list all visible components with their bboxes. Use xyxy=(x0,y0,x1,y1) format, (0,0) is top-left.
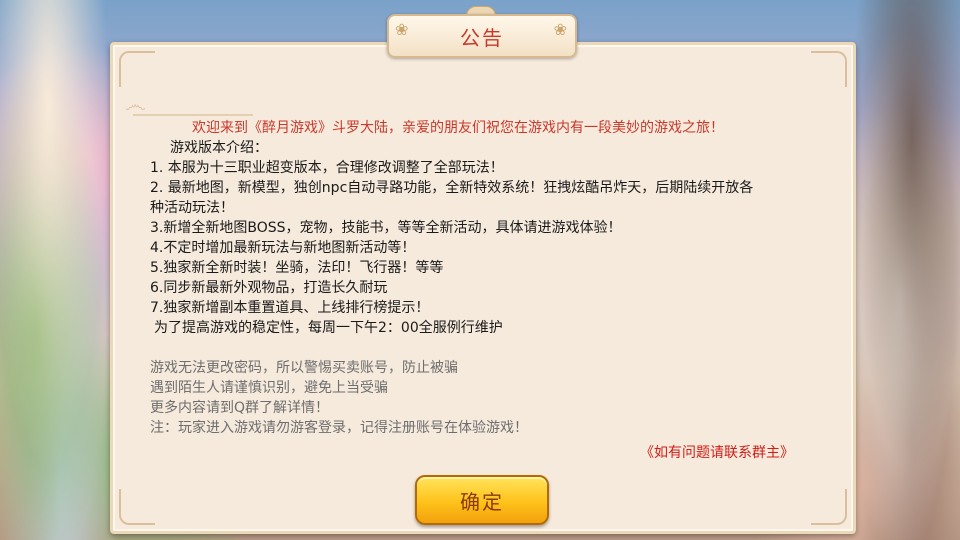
cloud-divider xyxy=(133,90,253,116)
corner-ornament xyxy=(119,489,155,525)
feature-item: 种活动玩法！ xyxy=(150,200,234,216)
feature-item: 4.不定时增加最新玩法与新地图新活动等！ xyxy=(150,240,416,256)
dialog-title-plate: ❀ 公告 ❀ xyxy=(387,14,577,58)
feature-item: 6.同步新最新外观物品，打造长久耐玩 xyxy=(150,280,388,296)
warning-line: 游戏无法更改密码，所以警惕买卖账号，防止被骗 xyxy=(150,360,458,376)
ornament-icon: ❀ xyxy=(395,20,411,39)
cloud-swirl-icon: ෴ xyxy=(125,93,146,118)
corner-ornament xyxy=(119,51,155,87)
maintenance-notice: 为了提高游戏的稳定性，每周一下午2：00全服例行维护 xyxy=(154,320,503,336)
background-art-right xyxy=(840,0,960,540)
feature-item: 5.独家新全新时装！坐骑，法印！飞行器！等等 xyxy=(150,260,444,276)
warning-line: 注：玩家进入游戏请勿游客登录，记得注册账号在体验游戏！ xyxy=(150,420,528,436)
corner-ornament xyxy=(811,489,847,525)
confirm-button[interactable]: 确定 xyxy=(415,475,549,525)
feature-item: 2. 最新地图，新模型，独创npc自动寻路功能，全新特效系统！狂拽炫酷吊炸天，后… xyxy=(150,180,754,196)
announcement-body: 欢迎来到《醉月游戏》斗罗大陆，亲爱的朋友们祝您在游戏内有一段美妙的游戏之旅！ 游… xyxy=(150,118,830,438)
feature-item: 3.新增全新地图BOSS，宠物，技能书，等等全新活动，具体请进游戏体验！ xyxy=(150,220,622,236)
corner-ornament xyxy=(811,51,847,87)
background-art-left xyxy=(0,0,120,540)
dialog-title: 公告 xyxy=(460,25,504,50)
feature-item: 7.独家新增副本重置道具、上线排行榜提示！ xyxy=(150,300,430,316)
contact-group-owner-text: 《如有问题请联系群主》 xyxy=(640,445,794,461)
welcome-text: 欢迎来到《醉月游戏》斗罗大陆，亲爱的朋友们祝您在游戏内有一段美妙的游戏之旅！ xyxy=(192,120,724,136)
ornament-icon: ❀ xyxy=(553,20,569,39)
warning-line: 更多内容请到Q群了解详情！ xyxy=(150,400,330,416)
warning-line: 遇到陌生人请谨慎识别，避免上当受骗 xyxy=(150,380,388,396)
version-intro-heading: 游戏版本介绍： xyxy=(170,140,268,156)
feature-item: 1. 本服为十三职业超变版本，合理修改调整了全部玩法！ xyxy=(150,160,504,176)
